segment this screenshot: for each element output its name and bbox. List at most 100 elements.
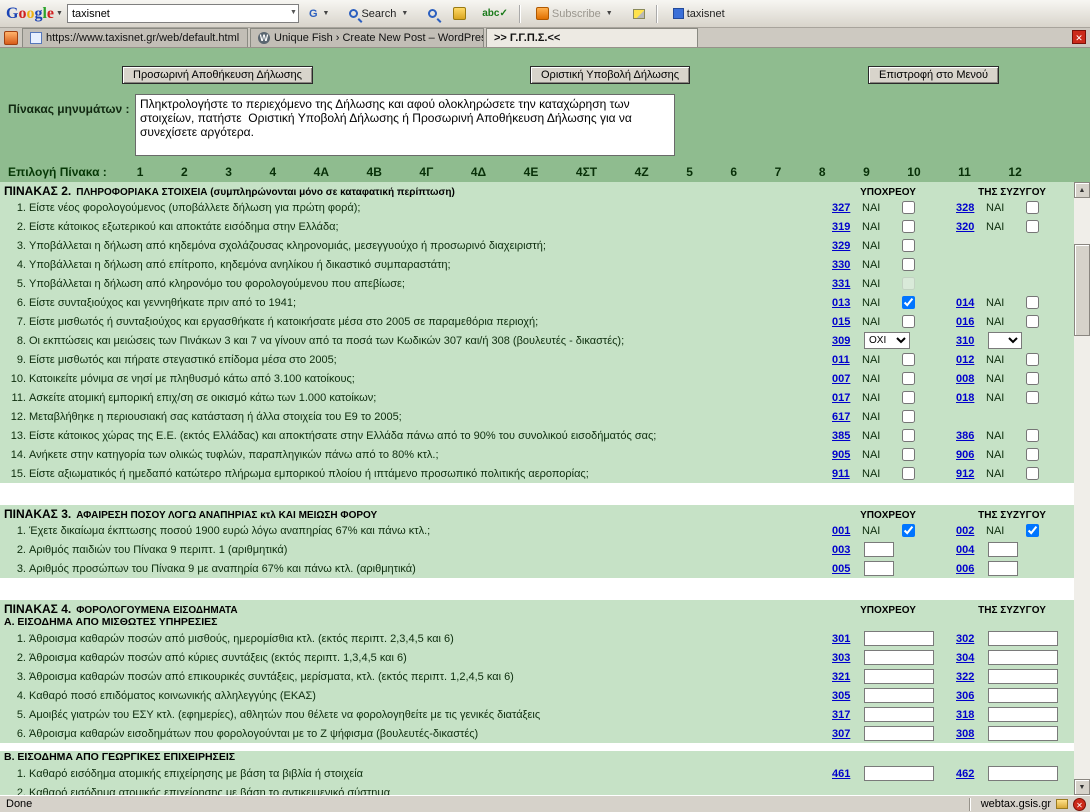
field-385-checkbox[interactable] xyxy=(902,429,915,442)
code-319-link[interactable]: 319 xyxy=(832,221,862,233)
table-select-12[interactable]: 5 xyxy=(686,165,693,179)
field-014-checkbox[interactable] xyxy=(1026,296,1039,309)
field-016-checkbox[interactable] xyxy=(1026,315,1039,328)
temporary-save-button[interactable]: Προσωρινή Αποθήκευση Δήλωσης xyxy=(122,66,313,84)
field-305-input[interactable] xyxy=(864,688,934,703)
field-617-checkbox[interactable] xyxy=(902,410,915,423)
field-008-checkbox[interactable] xyxy=(1026,372,1039,385)
field-911-checkbox[interactable] xyxy=(902,467,915,480)
code-617-link[interactable]: 617 xyxy=(832,411,862,423)
google-g-menu-button[interactable]: G ▼ xyxy=(303,5,340,23)
return-to-menu-button[interactable]: Επιστροφή στο Μενού xyxy=(868,66,999,84)
code-005-link[interactable]: 005 xyxy=(832,563,862,575)
code-322-link[interactable]: 322 xyxy=(956,671,986,683)
field-018-checkbox[interactable] xyxy=(1026,391,1039,404)
search-button[interactable]: Search ▼ xyxy=(343,5,418,23)
field-307-input[interactable] xyxy=(864,726,934,741)
table-select-5[interactable]: 4Α xyxy=(314,165,329,179)
code-310-link[interactable]: 310 xyxy=(956,335,986,347)
code-912-link[interactable]: 912 xyxy=(956,468,986,480)
code-016-link[interactable]: 016 xyxy=(956,316,986,328)
field-328-checkbox[interactable] xyxy=(1026,201,1039,214)
code-018-link[interactable]: 018 xyxy=(956,392,986,404)
field-002-checkbox[interactable] xyxy=(1026,524,1039,537)
code-003-link[interactable]: 003 xyxy=(832,544,862,556)
table-select-8[interactable]: 4Δ xyxy=(471,165,486,179)
field-321-input[interactable] xyxy=(864,669,934,684)
google-logo[interactable]: Google xyxy=(6,5,54,23)
field-319-checkbox[interactable] xyxy=(902,220,915,233)
table-select-1[interactable]: 1 xyxy=(137,165,144,179)
code-011-link[interactable]: 011 xyxy=(832,354,862,366)
vertical-scrollbar[interactable]: ▲ ▼ xyxy=(1074,182,1090,795)
field-304-input[interactable] xyxy=(988,650,1058,665)
field-386-checkbox[interactable] xyxy=(1026,429,1039,442)
table-select-2[interactable]: 2 xyxy=(181,165,188,179)
table-select-3[interactable]: 3 xyxy=(225,165,232,179)
field-330-checkbox[interactable] xyxy=(902,258,915,271)
field-906-checkbox[interactable] xyxy=(1026,448,1039,461)
tab-wordpress[interactable]: W Unique Fish › Create New Post – WordPr… xyxy=(250,28,484,47)
spellcheck-button[interactable]: abc✓ xyxy=(476,5,514,22)
table-select-9[interactable]: 4Ε xyxy=(524,165,539,179)
field-017-checkbox[interactable] xyxy=(902,391,915,404)
field-327-checkbox[interactable] xyxy=(902,201,915,214)
table-select-11[interactable]: 4Ζ xyxy=(635,165,649,179)
table-select-18[interactable]: 11 xyxy=(958,165,971,179)
code-461-link[interactable]: 461 xyxy=(832,768,862,780)
scroll-up-icon[interactable]: ▲ xyxy=(1074,182,1090,198)
new-tab-icon[interactable] xyxy=(4,31,18,45)
code-308-link[interactable]: 308 xyxy=(956,728,986,740)
code-318-link[interactable]: 318 xyxy=(956,709,986,721)
table-select-13[interactable]: 6 xyxy=(730,165,737,179)
field-309-select[interactable]: ΟΧΙ xyxy=(864,332,910,349)
code-012-link[interactable]: 012 xyxy=(956,354,986,366)
field-317-input[interactable] xyxy=(864,707,934,722)
toolbar-search-input[interactable] xyxy=(67,4,299,23)
field-303-input[interactable] xyxy=(864,650,934,665)
code-307-link[interactable]: 307 xyxy=(832,728,862,740)
field-461-input[interactable] xyxy=(864,766,934,781)
table-select-17[interactable]: 10 xyxy=(907,165,920,179)
field-012-checkbox[interactable] xyxy=(1026,353,1039,366)
field-331-checkbox[interactable] xyxy=(902,277,915,290)
code-906-link[interactable]: 906 xyxy=(956,449,986,461)
table-select-15[interactable]: 8 xyxy=(819,165,826,179)
code-302-link[interactable]: 302 xyxy=(956,633,986,645)
subscribe-button[interactable]: Subscribe ▼ xyxy=(530,4,623,23)
messages-textarea[interactable]: Πληκτρολογήστε το περιεχόμενο της Δήλωση… xyxy=(135,94,675,156)
scrollbar-thumb[interactable] xyxy=(1074,244,1090,336)
field-912-checkbox[interactable] xyxy=(1026,467,1039,480)
code-320-link[interactable]: 320 xyxy=(956,221,986,233)
code-002-link[interactable]: 002 xyxy=(956,525,986,537)
table-select-4[interactable]: 4 xyxy=(269,165,276,179)
code-331-link[interactable]: 331 xyxy=(832,278,862,290)
code-330-link[interactable]: 330 xyxy=(832,259,862,271)
code-329-link[interactable]: 329 xyxy=(832,240,862,252)
field-308-input[interactable] xyxy=(988,726,1058,741)
field-015-checkbox[interactable] xyxy=(902,315,915,328)
code-013-link[interactable]: 013 xyxy=(832,297,862,309)
code-327-link[interactable]: 327 xyxy=(832,202,862,214)
site-search-button[interactable] xyxy=(422,6,443,21)
table-select-14[interactable]: 7 xyxy=(775,165,782,179)
code-304-link[interactable]: 304 xyxy=(956,652,986,664)
chevron-down-icon[interactable]: ▼ xyxy=(56,10,63,17)
tab-taxisnet-url[interactable]: https://www.taxisnet.gr/web/default.html xyxy=(22,28,248,47)
code-309-link[interactable]: 309 xyxy=(832,335,862,347)
scroll-down-icon[interactable]: ▼ xyxy=(1074,779,1090,795)
search-history-dropdown-icon[interactable]: ▼ xyxy=(290,9,297,16)
table-select-10[interactable]: 4ΣΤ xyxy=(576,165,597,179)
code-004-link[interactable]: 004 xyxy=(956,544,986,556)
field-003-input[interactable] xyxy=(864,542,894,557)
table-select-19[interactable]: 12 xyxy=(1008,165,1021,179)
field-320-checkbox[interactable] xyxy=(1026,220,1039,233)
code-001-link[interactable]: 001 xyxy=(832,525,862,537)
code-385-link[interactable]: 385 xyxy=(832,430,862,442)
field-013-checkbox[interactable] xyxy=(902,296,915,309)
field-005-input[interactable] xyxy=(864,561,894,576)
field-007-checkbox[interactable] xyxy=(902,372,915,385)
tab-ggps-active[interactable]: >> Γ.Γ.Π.Σ.<< xyxy=(486,28,698,47)
code-905-link[interactable]: 905 xyxy=(832,449,862,461)
code-015-link[interactable]: 015 xyxy=(832,316,862,328)
